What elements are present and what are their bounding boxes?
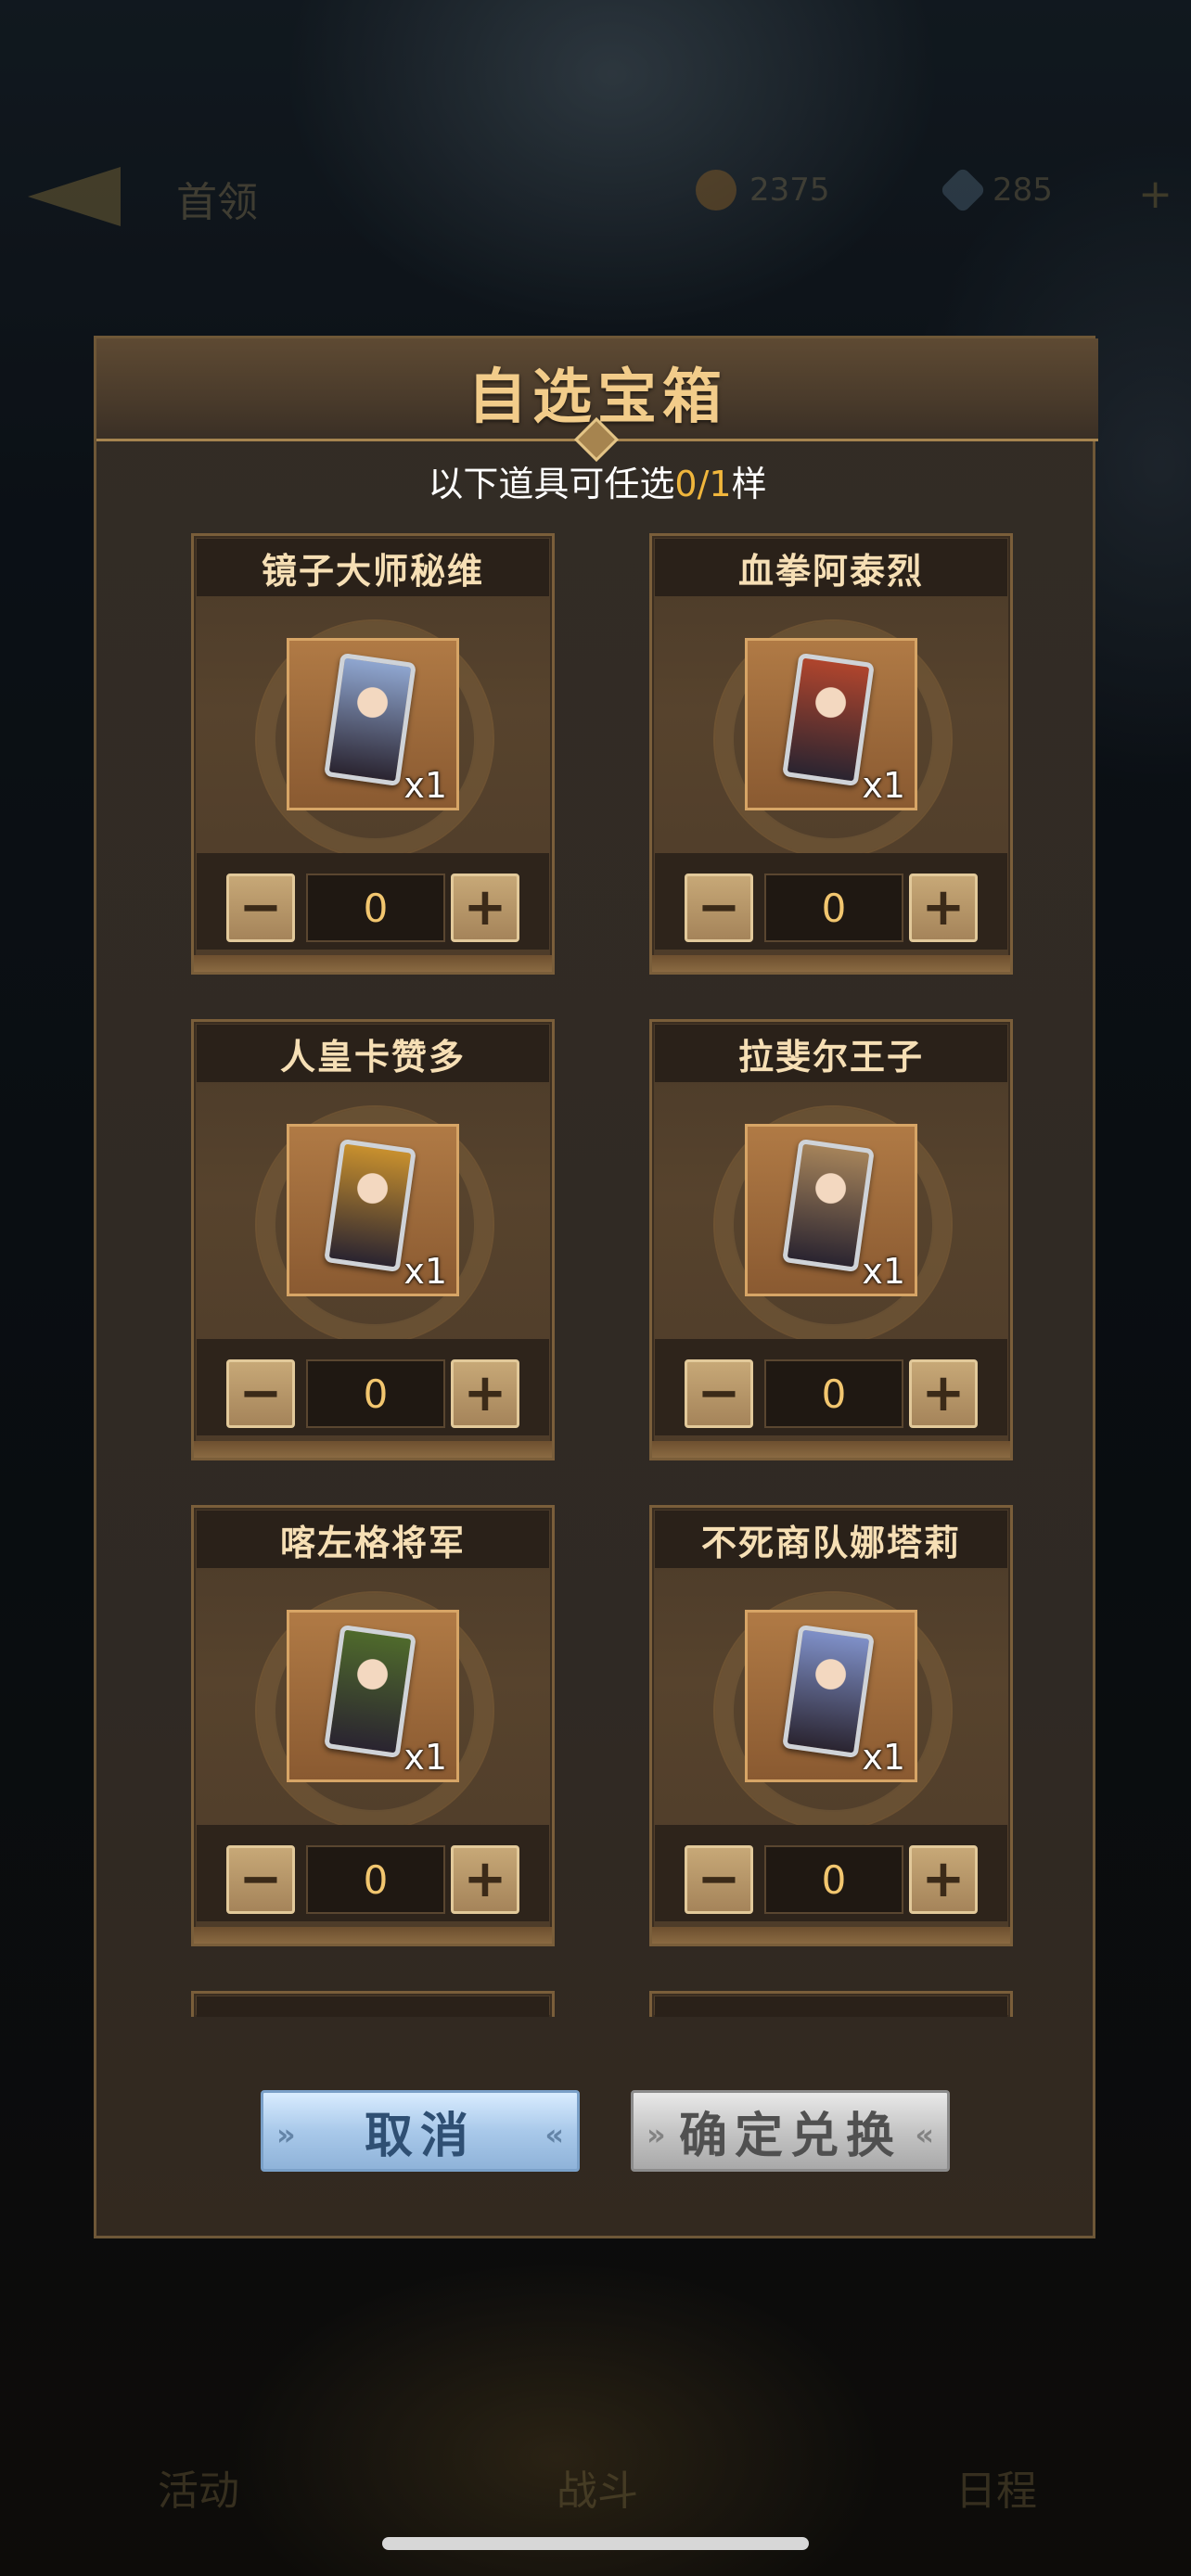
card-trim xyxy=(194,955,552,972)
increase-button[interactable]: + xyxy=(451,1845,519,1914)
item-icon-slot[interactable]: x1 xyxy=(745,638,917,810)
hint-prefix: 以下道具可任选 xyxy=(428,464,675,504)
item-card: 镜子大师秘维 x1 −0 + xyxy=(191,533,555,975)
hint-suffix: 样 xyxy=(731,464,767,504)
decrease-button[interactable]: − xyxy=(685,1845,753,1914)
item-icon-slot[interactable]: x1 xyxy=(745,1124,917,1296)
decrease-button[interactable]: − xyxy=(226,874,295,942)
increase-button[interactable]: + xyxy=(909,1845,978,1914)
decrease-button[interactable]: − xyxy=(226,1845,295,1914)
card-trim xyxy=(652,1927,1010,1944)
item-name: 不死商队娜塔莉 xyxy=(655,1511,1007,1568)
quantity-stepper: −0 + xyxy=(197,853,549,950)
item-quantity: x1 xyxy=(862,765,905,806)
quantity-stepper: −0 + xyxy=(655,1825,1007,1921)
quantity-value[interactable]: 0 xyxy=(764,1359,903,1428)
chevron-right-icon: « xyxy=(544,2117,564,2152)
item-name: 喀左格将军 xyxy=(197,1511,549,1568)
hero-card-icon xyxy=(324,652,416,787)
card-trim xyxy=(194,1927,552,1944)
selection-count: 0/1 xyxy=(674,464,732,504)
increase-button[interactable]: + xyxy=(451,1359,519,1428)
item-card: 不死商队娜塔莉 x1 −0 + xyxy=(649,1505,1013,1946)
item-card: 拉斐尔王子 x1 −0 + xyxy=(649,1019,1013,1460)
item-card: 血拳阿泰烈 x1 −0 + xyxy=(649,533,1013,975)
decrease-button[interactable]: − xyxy=(226,1359,295,1428)
card-trim xyxy=(194,1441,552,1458)
card-trim xyxy=(652,955,1010,972)
hero-card-icon xyxy=(782,1624,875,1759)
chevron-left-icon: » xyxy=(276,2117,296,2152)
increase-button[interactable]: + xyxy=(451,874,519,942)
confirm-label: 确定兑换 xyxy=(678,2108,902,2164)
quantity-stepper: −0 + xyxy=(655,1339,1007,1435)
hero-card-icon xyxy=(324,1138,416,1273)
increase-button[interactable]: + xyxy=(909,1359,978,1428)
quantity-value[interactable]: 0 xyxy=(306,874,445,942)
item-quantity: x1 xyxy=(403,1251,447,1292)
cancel-button[interactable]: » 取消 « xyxy=(261,2090,580,2172)
item-name: 镜子大师秘维 xyxy=(197,539,549,596)
quantity-stepper: −0 + xyxy=(197,1825,549,1921)
item-name-partial xyxy=(655,1996,1007,2017)
quantity-stepper: −0 + xyxy=(197,1339,549,1435)
dialog-header: 自选宝箱 xyxy=(96,338,1098,463)
item-grid[interactable]: 镜子大师秘维 x1−0 + 血拳阿泰烈 x1−0 + 人皇卡赞多 x1−0 + 拉斐尔王子 x1−0… xyxy=(94,533,1095,2017)
increase-button[interactable]: + xyxy=(909,874,978,942)
item-name: 血拳阿泰烈 xyxy=(655,539,1007,596)
item-name: 人皇卡赞多 xyxy=(197,1025,549,1082)
hero-card-icon xyxy=(782,1138,875,1273)
item-icon-slot[interactable]: x1 xyxy=(287,1124,459,1296)
cancel-label: 取消 xyxy=(364,2108,476,2164)
chevron-right-icon: « xyxy=(915,2117,934,2152)
home-indicator xyxy=(382,2537,809,2550)
decrease-button[interactable]: − xyxy=(685,874,753,942)
item-name: 拉斐尔王子 xyxy=(655,1025,1007,1082)
hero-card-icon xyxy=(782,652,875,787)
item-icon-slot[interactable]: x1 xyxy=(745,1610,917,1782)
hero-card-icon xyxy=(324,1624,416,1759)
selection-hint: 以下道具可任选0/1样 xyxy=(96,455,1098,506)
item-quantity: x1 xyxy=(403,1737,447,1778)
item-icon-slot[interactable]: x1 xyxy=(287,638,459,810)
confirm-exchange-button[interactable]: » 确定兑换 « xyxy=(631,2090,950,2172)
item-quantity: x1 xyxy=(862,1251,905,1292)
item-icon-slot[interactable]: x1 xyxy=(287,1610,459,1782)
item-name-partial xyxy=(197,1996,549,2017)
item-quantity: x1 xyxy=(403,765,447,806)
quantity-value[interactable]: 0 xyxy=(306,1359,445,1428)
quantity-stepper: −0 + xyxy=(655,853,1007,950)
chevron-left-icon: » xyxy=(647,2117,666,2152)
item-card: 喀左格将军 x1 −0 + xyxy=(191,1505,555,1946)
quantity-value[interactable]: 0 xyxy=(764,1845,903,1914)
quantity-value[interactable]: 0 xyxy=(764,874,903,942)
card-trim xyxy=(652,1441,1010,1458)
item-card-partial xyxy=(649,1991,1013,2017)
item-card: 人皇卡赞多 x1 −0 + xyxy=(191,1019,555,1460)
item-card-partial xyxy=(191,1991,555,2017)
quantity-value[interactable]: 0 xyxy=(306,1845,445,1914)
item-quantity: x1 xyxy=(862,1737,905,1778)
decrease-button[interactable]: − xyxy=(685,1359,753,1428)
